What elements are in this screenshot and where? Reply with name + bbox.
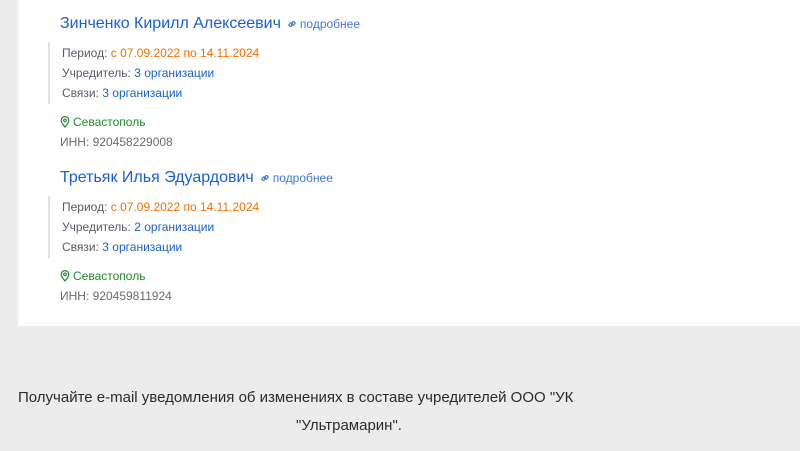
links-count-link[interactable]: 3 организации [102,86,182,100]
links-count-label: Связи: [62,240,99,254]
map-pin-icon [60,270,70,282]
links-count-line: Связи: 3 организации [62,237,760,257]
founder-count-link[interactable]: 2 организации [134,220,214,234]
founder-count-label: Учредитель: [62,220,131,234]
notice-line: Получайте e-mail уведомления об изменени… [18,389,574,406]
period-line: Период: с 07.09.2022 по 14.11.2024 [62,43,760,63]
period-line: Период: с 07.09.2022 по 14.11.2024 [62,197,760,217]
location: Севастополь [60,112,760,132]
inn: ИНН: 920459811924 [60,289,172,303]
more-link-label: подробнее [299,17,361,31]
link-icon [261,175,269,181]
page: Зинченко Кирилл Алексеевич подробнее Пер… [0,0,800,451]
founder-name-link[interactable]: Третьяк Илья Эдуардович [60,169,254,187]
link-icon [288,21,296,27]
founder-count-line: Учредитель: 2 организации [62,217,760,237]
period-value: с 07.09.2022 по 14.11.2024 [110,46,260,60]
city: Севастополь [73,269,146,283]
founder-header: Третьяк Илья Эдуардович подробнее [60,166,760,190]
links-count-line: Связи: 3 организации [62,83,760,103]
founder-header: Зинченко Кирилл Алексеевич подробнее [60,12,760,36]
founder-details: Период: с 07.09.2022 по 14.11.2024 Учред… [48,42,760,104]
more-link-label: подробнее [272,171,333,185]
links-count-label: Связи: [62,86,99,100]
period-label: Период: [62,46,108,60]
founder-name-link[interactable]: Зинченко Кирилл Алексеевич [60,15,281,33]
founders-card: Зинченко Кирилл Алексеевич подробнее Пер… [18,0,800,326]
founder-entry: Зинченко Кирилл Алексеевич подробнее Пер… [48,12,760,152]
period-value: с 07.09.2022 по 14.11.2024 [110,200,260,214]
founder-entry: Третьяк Илья Эдуардович подробнее Период… [48,166,760,306]
founder-count-label: Учредитель: [62,66,131,80]
city: Севастополь [73,115,146,129]
email-notice: Получайте e-mail уведомления об изменени… [0,384,800,440]
map-pin-icon [60,116,70,128]
links-count-link[interactable]: 3 организации [102,240,182,254]
period-label: Период: [62,200,108,214]
notice-line: "Ультрамарин". [296,417,402,434]
more-link[interactable]: подробнее [260,171,333,185]
founder-details: Период: с 07.09.2022 по 14.11.2024 Учред… [48,196,760,258]
location: Севастополь [60,266,760,286]
more-link[interactable]: подробнее [287,17,360,31]
founder-count-link[interactable]: 3 организации [134,66,214,80]
inn: ИНН: 920458229008 [60,135,173,149]
founder-count-line: Учредитель: 3 организации [62,63,760,83]
